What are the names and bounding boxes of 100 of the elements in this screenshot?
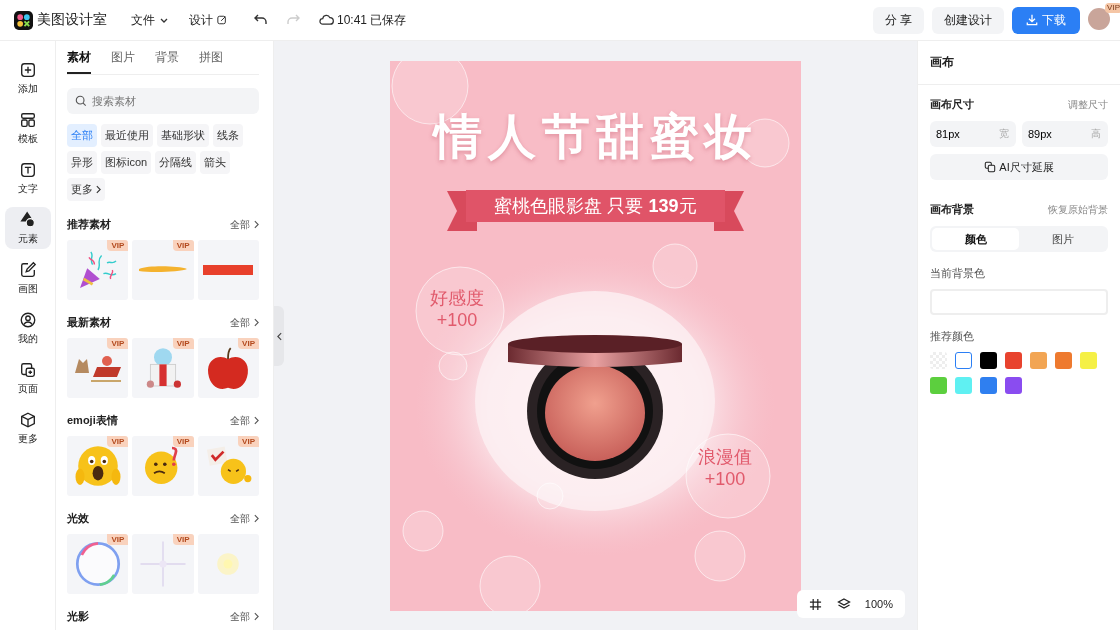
avatar[interactable] (1088, 8, 1110, 30)
vip-badge: VIP (107, 534, 129, 545)
unit-label: 宽 (999, 128, 1009, 140)
text-icon (18, 160, 37, 179)
color-swatch[interactable] (1005, 352, 1022, 369)
color-swatch[interactable] (930, 377, 947, 394)
category-chip[interactable]: 基础形状 (157, 124, 209, 147)
category-chip[interactable]: 异形 (67, 151, 97, 174)
category-chip[interactable]: 分隔线 (155, 151, 197, 174)
color-swatch[interactable] (1030, 352, 1047, 369)
asset-thumbnail[interactable]: VIP (197, 436, 259, 496)
sleigh-drawing (72, 353, 123, 383)
search-field[interactable]: 搜索素材 (67, 88, 259, 114)
color-swatch[interactable] (955, 352, 972, 369)
search-icon (75, 95, 87, 107)
asset-thumbnail[interactable]: VIP (132, 338, 194, 398)
resize-link[interactable]: 调整尺寸 (1068, 97, 1108, 112)
layers-icon (836, 597, 851, 611)
see-all-link[interactable]: 全部 (230, 609, 259, 624)
asset-thumbnail[interactable]: VIP (132, 240, 194, 300)
color-swatch[interactable] (1005, 377, 1022, 394)
asset-thumbnail[interactable] (197, 240, 259, 300)
category-chip[interactable]: 全部 (67, 124, 97, 147)
vip-badge: VIP (172, 240, 194, 251)
vip-badge: VIP (1105, 3, 1120, 13)
app-logo-icon (14, 10, 33, 30)
menu-button[interactable]: 文件 (131, 11, 169, 29)
field-label: 推荐颜色 (930, 329, 975, 344)
chevron-right-icon (96, 185, 101, 194)
chevron-right-icon (254, 514, 259, 523)
category-chip[interactable]: 最近使用 (101, 124, 153, 147)
chevron-right-icon (254, 612, 259, 621)
bubble-text: +100 (704, 468, 746, 490)
poster-title: 情人节甜蜜妆 (431, 109, 759, 165)
price-ribbon: 蜜桃色眼影盘 只要 139元 (466, 190, 725, 222)
restore-background-link[interactable]: 恢复原始背景 (1048, 202, 1108, 217)
panel-tab[interactable]: 拼图 (199, 41, 223, 74)
toolbar-button[interactable]: 创建设计 (932, 6, 1004, 34)
bubble-text: 浪漫值 (698, 446, 752, 468)
section-title: 最新素材 (67, 315, 111, 330)
edit-icon (217, 15, 227, 25)
asset-thumbnail[interactable]: VIP (67, 338, 129, 398)
chevron-right-icon (254, 318, 259, 327)
see-all-link[interactable]: 全部 (230, 315, 259, 330)
section-label: 画布尺寸 (930, 97, 974, 112)
asset-thumbnail[interactable]: VIP (132, 534, 194, 594)
segment-tab[interactable]: 图片 (1019, 228, 1106, 250)
vip-badge: VIP (107, 338, 129, 349)
ai-extend-button[interactable]: AI尺寸延展 (930, 154, 1108, 180)
section-title: emoji表情 (67, 413, 118, 428)
color-swatch[interactable] (955, 377, 972, 394)
plus-square-icon (18, 60, 37, 79)
rail-item[interactable]: 添加 (4, 57, 51, 99)
see-all-link[interactable]: 全部 (230, 511, 259, 526)
see-all-link[interactable]: 全部 (230, 413, 259, 428)
toolbar-button[interactable]: 分 享 (872, 6, 924, 34)
chevron-right-icon (254, 220, 259, 229)
asset-thumbnail[interactable] (197, 534, 259, 594)
color-swatch[interactable] (1055, 352, 1072, 369)
color-swatch[interactable] (980, 377, 997, 394)
cloud-icon (319, 14, 334, 26)
category-chip[interactable]: 图标icon (101, 151, 152, 174)
field-label: 当前背景色 (930, 266, 986, 281)
asset-thumbnail[interactable]: VIP (67, 436, 129, 496)
rail-item[interactable]: 页面 (4, 357, 51, 399)
vip-badge: VIP (107, 436, 129, 447)
category-chip[interactable]: 线条 (213, 124, 243, 147)
collapse-handle[interactable] (274, 306, 284, 366)
rail-item[interactable]: 更多 (4, 407, 51, 449)
color-swatch[interactable] (1080, 352, 1097, 369)
section-title: 推荐素材 (67, 217, 111, 232)
rail-item[interactable]: 元素 (4, 207, 51, 249)
section-title: 光效 (67, 511, 89, 526)
vip-badge: VIP (238, 436, 259, 447)
see-all-link[interactable]: 全部 (230, 217, 259, 232)
rail-item[interactable]: 我的 (4, 307, 51, 349)
menu-button[interactable]: 设计 (189, 11, 227, 29)
copy-icon (984, 161, 997, 173)
asset-thumbnail[interactable]: VIP (67, 240, 129, 300)
color-swatch[interactable] (980, 352, 997, 369)
rail-item[interactable]: 画图 (4, 257, 51, 299)
segment-tab[interactable]: 颜色 (932, 228, 1019, 250)
asset-thumbnail[interactable]: VIP (67, 534, 129, 594)
rail-item[interactable]: 模板 (4, 107, 51, 149)
download-icon (1026, 14, 1038, 26)
asset-thumbnail[interactable]: VIP (132, 436, 194, 496)
panel-tab[interactable]: 素材 (67, 41, 91, 74)
category-chip[interactable]: 更多 (67, 178, 105, 201)
poster[interactable]: 情人节甜蜜妆 蜜桃色眼影盘 只要 139元 好感度 +100 浪漫值 +100 (390, 61, 801, 611)
vip-badge: VIP (238, 338, 259, 349)
panel-tab[interactable]: 图片 (111, 41, 135, 74)
category-chip[interactable]: 箭头 (200, 151, 231, 174)
vip-badge: VIP (107, 240, 129, 251)
pencil-icon (18, 260, 37, 279)
section-label: 画布背景 (930, 202, 974, 217)
download-button[interactable]: 下载 (1012, 6, 1080, 34)
panel-tab[interactable]: 背景 (155, 41, 179, 74)
chevron-right-icon (254, 416, 259, 425)
rail-item[interactable]: 文字 (4, 157, 51, 199)
asset-thumbnail[interactable]: VIP (197, 338, 259, 398)
